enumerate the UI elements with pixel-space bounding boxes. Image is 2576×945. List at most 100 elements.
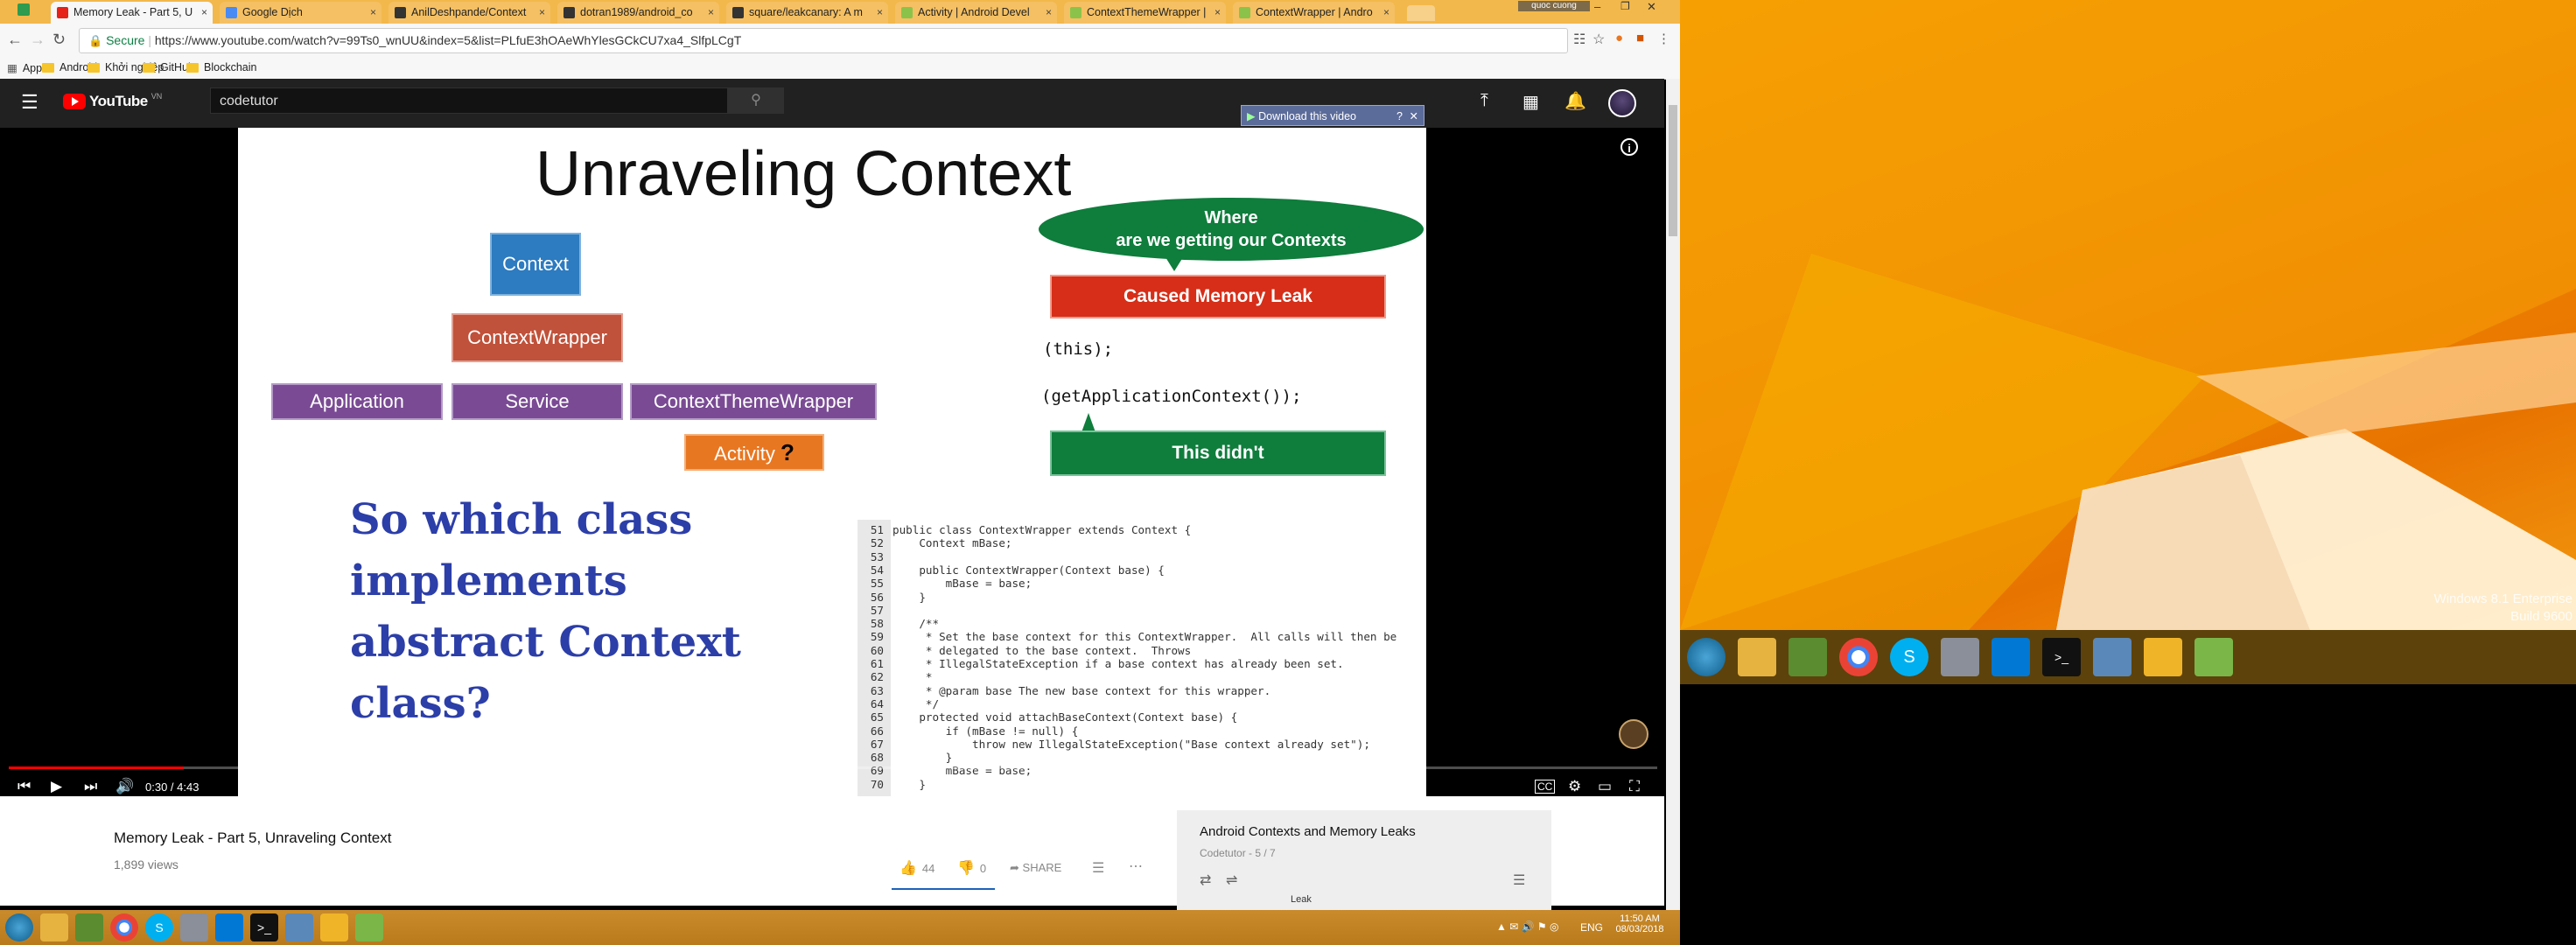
browser-tab[interactable]: Google Dịch × — [220, 2, 382, 24]
restore-button[interactable]: ❐ — [1620, 0, 1630, 12]
playlist-title[interactable]: Android Contexts and Memory Leaks — [1200, 824, 1416, 839]
download-video-button[interactable]: ▶ Download this video ? ✕ — [1241, 105, 1424, 126]
tab-close-icon[interactable]: × — [1214, 2, 1221, 24]
browser-tab[interactable]: Activity | Android Devel × — [895, 2, 1057, 24]
tab-close-icon[interactable]: × — [370, 2, 376, 24]
upload-icon[interactable]: ⤒ — [1480, 91, 1488, 111]
loop-icon[interactable]: ⇄ — [1200, 872, 1211, 889]
tab-close-icon[interactable]: × — [877, 2, 883, 24]
shuffle-icon[interactable]: ⇌ — [1226, 872, 1237, 889]
apps-grid-icon[interactable]: ▦ — [1522, 91, 1539, 113]
network-tool-icon[interactable] — [180, 914, 208, 942]
browser-tab[interactable]: square/leakcanary: A m × — [726, 2, 888, 24]
file-explorer-icon[interactable] — [1738, 638, 1776, 676]
video-title: Memory Leak - Part 5, Unraveling Context — [114, 830, 392, 846]
extension-icon[interactable]: ● — [1615, 31, 1623, 46]
tab-close-icon[interactable]: × — [1046, 2, 1052, 24]
share-button[interactable]: ➦ SHARE — [1010, 861, 1061, 875]
remote-desktop-icon[interactable] — [2093, 638, 2132, 676]
skype-icon[interactable]: S — [145, 914, 173, 942]
code-line-number: 64 — [870, 696, 884, 710]
language-indicator[interactable]: ENG — [1580, 921, 1603, 934]
fullscreen-icon[interactable]: ⛶ — [1629, 778, 1640, 795]
clock[interactable]: 11:50 AM 08/03/2018 — [1614, 914, 1666, 934]
close-window-button[interactable]: ✕ — [1647, 0, 1656, 14]
forward-icon[interactable]: → — [30, 31, 46, 49]
search-input[interactable]: codetutor — [210, 88, 728, 114]
network-tool-icon[interactable] — [1941, 638, 1979, 676]
video-player[interactable]: Unraveling Context Context ContextWrappe… — [0, 128, 1664, 796]
settings-gear-icon[interactable]: ⚙ — [1568, 778, 1581, 795]
youtube-logo[interactable]: YouTube VN — [63, 92, 162, 110]
progress-track[interactable] — [9, 766, 1657, 769]
back-icon[interactable]: ← — [7, 31, 23, 49]
dislike-button[interactable]: 👎 0 — [957, 859, 986, 877]
vscode-icon[interactable] — [215, 914, 243, 942]
more-options-icon[interactable]: ⋯ — [1129, 858, 1143, 875]
start-button-icon[interactable] — [5, 914, 33, 942]
save-playlist-icon[interactable]: ☰ — [1513, 872, 1525, 889]
theater-mode-icon[interactable]: ▭ — [1598, 778, 1612, 795]
tab-label: ContextThemeWrapper | — [1087, 6, 1207, 18]
previous-icon[interactable]: ⏮ — [18, 778, 31, 795]
browser-tab[interactable]: Memory Leak - Part 5, U × — [51, 2, 213, 24]
tab-close-icon[interactable]: × — [201, 2, 207, 24]
android-studio-icon[interactable] — [75, 914, 103, 942]
android-icon[interactable] — [2194, 638, 2233, 676]
scrollbar-thumb[interactable] — [1669, 105, 1677, 236]
hamburger-menu-icon[interactable]: ☰ — [21, 91, 38, 114]
browser-tab[interactable]: ContextWrapper | Andro × — [1233, 2, 1395, 24]
translate-icon[interactable]: ☷ — [1573, 31, 1586, 48]
volume-icon[interactable]: 🔊 — [116, 778, 134, 795]
sheets-icon[interactable] — [18, 4, 30, 16]
start-button-icon[interactable] — [1687, 638, 1726, 676]
app-icon[interactable] — [2144, 638, 2182, 676]
playlist-next-item[interactable]: Leak — [1291, 894, 1312, 905]
add-to-playlist-icon[interactable]: ☰ — [1092, 859, 1104, 877]
like-button[interactable]: 👍 44 — [900, 859, 934, 877]
user-badge[interactable]: quoc cuong — [1518, 1, 1590, 11]
bookmark-star-icon[interactable]: ☆ — [1592, 31, 1605, 48]
chrome-icon[interactable] — [110, 914, 138, 942]
play-icon[interactable]: ▶ — [51, 778, 62, 795]
bookmark-blockchain[interactable]: Blockchain — [186, 61, 256, 74]
file-explorer-icon[interactable] — [40, 914, 68, 942]
menu-dots-icon[interactable]: ⋮ — [1657, 31, 1670, 46]
new-tab-button[interactable] — [1407, 5, 1435, 21]
url-omnibox[interactable]: 🔒 Secure | https://www.youtube.com/watch… — [79, 28, 1568, 53]
remote-desktop-icon[interactable] — [285, 914, 313, 942]
vscode-icon[interactable] — [1992, 638, 2030, 676]
tab-close-icon[interactable]: × — [539, 2, 545, 24]
app-icon[interactable] — [320, 914, 348, 942]
android-icon[interactable] — [355, 914, 383, 942]
terminal-icon[interactable]: >_ — [250, 914, 278, 942]
extension-2-icon[interactable]: ■ — [1636, 31, 1644, 46]
captions-icon[interactable]: CC — [1535, 780, 1556, 794]
player-controls: ⏮ ▶ ⏭ 🔊 0:30 / 4:43 CC ⚙ ▭ ⛶ — [0, 758, 1664, 796]
skype-icon[interactable]: S — [1890, 638, 1928, 676]
tab-close-icon[interactable]: × — [708, 2, 714, 24]
folder-icon — [186, 62, 199, 73]
browser-tab[interactable]: dotran1989/android_co × — [557, 2, 719, 24]
chrome-icon[interactable] — [1839, 638, 1878, 676]
code-line: Context mBase; — [892, 536, 1012, 550]
terminal-icon[interactable]: >_ — [2042, 638, 2081, 676]
page-scrollbar[interactable] — [1666, 79, 1680, 910]
browser-tab[interactable]: ContextThemeWrapper | × — [1064, 2, 1226, 24]
channel-watermark[interactable] — [1619, 719, 1648, 749]
notifications-bell-icon[interactable]: 🔔 — [1564, 90, 1586, 112]
code-line: * Set the base context for this ContextW… — [892, 630, 1397, 644]
tab-close-icon[interactable]: × — [1383, 2, 1390, 24]
browser-tab[interactable]: AnilDeshpande/Context × — [388, 2, 550, 24]
info-icon[interactable]: i — [1620, 138, 1638, 156]
reload-icon[interactable]: ↻ — [52, 31, 66, 49]
android-studio-icon[interactable] — [1788, 638, 1827, 676]
url-text[interactable]: https://www.youtube.com/watch?v=99Ts0_wn… — [155, 33, 741, 47]
minimize-button[interactable]: – — [1594, 0, 1600, 13]
avatar[interactable] — [1608, 89, 1636, 117]
tray-icons[interactable]: ▲ ✉ 🔊 ⚑ ◎ — [1496, 920, 1558, 933]
close-icon[interactable]: ✕ — [1410, 106, 1418, 127]
help-icon[interactable]: ? — [1396, 106, 1403, 127]
search-button[interactable]: ⚲ — [728, 88, 784, 114]
next-icon[interactable]: ⏭ — [84, 778, 97, 795]
